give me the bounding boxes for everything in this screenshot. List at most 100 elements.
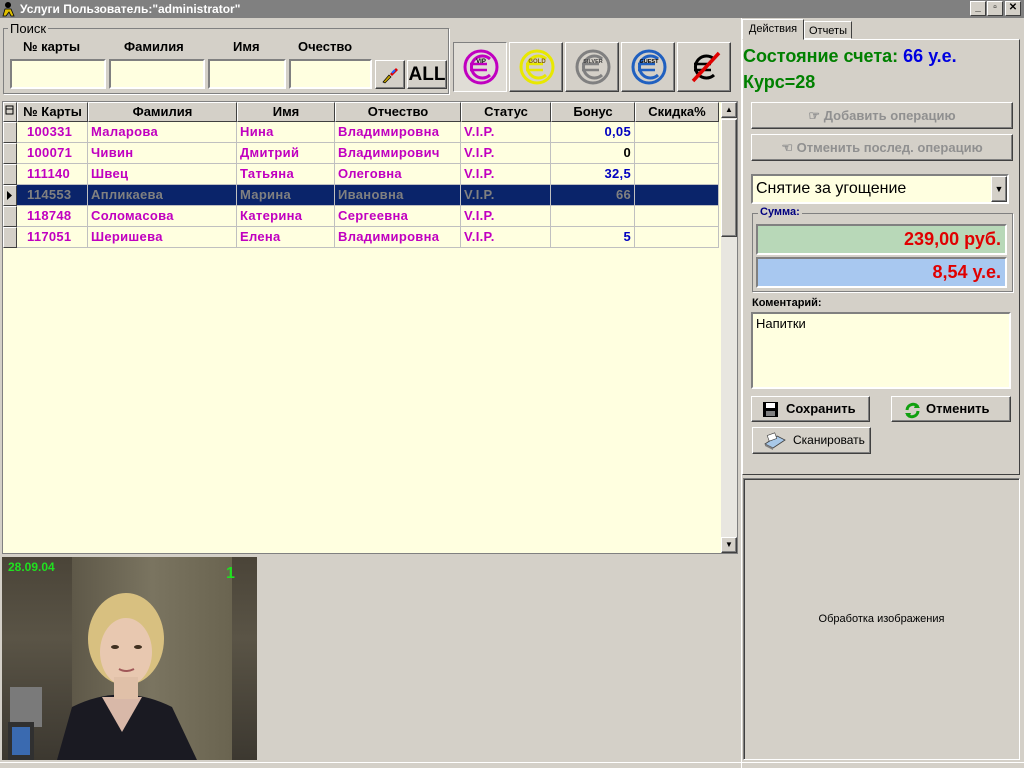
header-name[interactable]: Имя <box>237 102 335 122</box>
row-indicator[interactable] <box>3 164 17 185</box>
cell-bonus[interactable]: 32,5 <box>551 164 635 185</box>
row-indicator[interactable] <box>3 227 17 248</box>
status-gold-button[interactable]: GOLD <box>509 42 563 92</box>
cell-status[interactable]: V.I.P. <box>461 227 551 248</box>
save-button[interactable]: Сохранить <box>751 396 870 422</box>
cell-name[interactable]: Татьяна <box>237 164 335 185</box>
status-none-button[interactable] <box>677 42 731 92</box>
cell-patronymic[interactable]: Олеговна <box>335 164 461 185</box>
cell-status[interactable]: V.I.P. <box>461 122 551 143</box>
header-patronymic[interactable]: Отчество <box>335 102 461 122</box>
tab-reports[interactable]: Отчеты <box>804 21 852 39</box>
scan-button[interactable]: Сканировать <box>752 427 871 454</box>
cell-surname[interactable]: Шеришева <box>88 227 237 248</box>
cell-name[interactable]: Елена <box>237 227 335 248</box>
search-group-label: Поиск <box>8 21 49 36</box>
cell-discount[interactable] <box>635 122 719 143</box>
grid-corner[interactable] <box>3 102 17 122</box>
vip-euro-icon: VIP <box>463 49 499 85</box>
header-surname[interactable]: Фамилия <box>88 102 237 122</box>
cell-surname[interactable]: Апликаева <box>88 185 237 206</box>
cell-name[interactable]: Нина <box>237 122 335 143</box>
header-bonus[interactable]: Бонус <box>551 102 635 122</box>
minimize-button[interactable]: _ <box>970 1 986 16</box>
name-input[interactable] <box>208 59 286 89</box>
cancel-button[interactable]: Отменить <box>891 396 1011 422</box>
cell-card[interactable]: 111140 <box>17 164 88 185</box>
operation-select[interactable]: Снятие за угощение ▼ <box>751 174 1009 204</box>
operation-dropdown-button[interactable]: ▼ <box>991 176 1007 202</box>
status-silver-button[interactable]: SILVER <box>565 42 619 92</box>
maximize-button[interactable]: ▫ <box>987 1 1003 16</box>
table-row[interactable]: 100071 Чивин Дмитрий Владимирович V.I.P. 0 <box>3 143 719 164</box>
cell-bonus[interactable]: 66 <box>551 185 635 206</box>
sum-ue-field[interactable]: 8,54 у.е. <box>756 257 1007 288</box>
surname-label: Фамилия <box>124 39 184 54</box>
members-grid[interactable]: № Карты Фамилия Имя Отчество Статус Бону… <box>2 101 738 554</box>
cancel-last-operation-button[interactable]: ☜ Отменить послед. операцию <box>751 134 1013 161</box>
cell-discount[interactable] <box>635 164 719 185</box>
cell-patronymic[interactable]: Владимирович <box>335 143 461 164</box>
cell-discount[interactable] <box>635 185 719 206</box>
cell-patronymic[interactable]: Владимировна <box>335 227 461 248</box>
show-all-button[interactable]: ALL <box>407 60 447 89</box>
cell-discount[interactable] <box>635 206 719 227</box>
table-row[interactable]: 117051 Шеришева Елена Владимировна V.I.P. 5 <box>3 227 719 248</box>
cell-card[interactable]: 100331 <box>17 122 88 143</box>
status-guest-button[interactable]: GUEST <box>621 42 675 92</box>
cell-status[interactable]: V.I.P. <box>461 143 551 164</box>
cell-bonus[interactable]: 5 <box>551 227 635 248</box>
cell-patronymic[interactable]: Ивановна <box>335 185 461 206</box>
close-button[interactable]: ✕ <box>1005 1 1021 16</box>
cell-card[interactable]: 100071 <box>17 143 88 164</box>
comment-textarea[interactable]: Напитки <box>751 312 1011 389</box>
cell-discount[interactable] <box>635 143 719 164</box>
cell-status[interactable]: V.I.P. <box>461 185 551 206</box>
clear-search-button[interactable] <box>375 60 405 89</box>
tab-actions[interactable]: Действия <box>742 19 804 40</box>
cell-surname[interactable]: Швец <box>88 164 237 185</box>
cell-name[interactable]: Дмитрий <box>237 143 335 164</box>
scroll-down-button[interactable]: ▼ <box>721 537 737 553</box>
table-row[interactable]: 114553 Апликаева Марина Ивановна V.I.P. 66 <box>3 185 719 206</box>
cell-name[interactable]: Марина <box>237 185 335 206</box>
cell-bonus[interactable]: 0 <box>551 143 635 164</box>
cell-bonus[interactable] <box>551 206 635 227</box>
patronymic-input[interactable] <box>289 59 372 89</box>
cell-card[interactable]: 118748 <box>17 206 88 227</box>
cell-status[interactable]: V.I.P. <box>461 164 551 185</box>
sum-rub-field[interactable]: 239,00 руб. <box>756 224 1007 255</box>
camera-view: 28.09.04 1 <box>2 557 257 760</box>
table-row[interactable]: 111140 Швец Татьяна Олеговна V.I.P. 32,5 <box>3 164 719 185</box>
cell-surname[interactable]: Маларова <box>88 122 237 143</box>
header-card[interactable]: № Карты <box>17 102 88 122</box>
grid-scrollbar[interactable]: ▲ ▼ <box>721 102 737 553</box>
row-indicator[interactable] <box>3 122 17 143</box>
cell-discount[interactable] <box>635 227 719 248</box>
table-row[interactable]: 100331 Маларова Нина Владимировна V.I.P. 0,05 <box>3 122 719 143</box>
row-indicator[interactable] <box>3 206 17 227</box>
status-vip-button[interactable]: VIP <box>453 42 507 92</box>
cell-name[interactable]: Катерина <box>237 206 335 227</box>
cell-bonus[interactable]: 0,05 <box>551 122 635 143</box>
cell-surname[interactable]: Соломасова <box>88 206 237 227</box>
card-number-input[interactable] <box>10 59 106 89</box>
cell-card[interactable]: 117051 <box>17 227 88 248</box>
refresh-icon <box>905 402 920 419</box>
header-discount[interactable]: Скидка% <box>635 102 719 122</box>
add-operation-button[interactable]: ☞ Добавить операцию <box>751 102 1013 129</box>
image-processing-panel: Обработка изображения <box>743 478 1020 760</box>
row-indicator[interactable] <box>3 143 17 164</box>
cell-card[interactable]: 114553 <box>17 185 88 206</box>
cell-patronymic[interactable]: Владимировна <box>335 122 461 143</box>
surname-input[interactable] <box>109 59 205 89</box>
cell-status[interactable]: V.I.P. <box>461 206 551 227</box>
header-status[interactable]: Статус <box>461 102 551 122</box>
status-bar <box>0 762 1024 768</box>
row-indicator[interactable] <box>3 185 17 206</box>
cell-patronymic[interactable]: Сергеевна <box>335 206 461 227</box>
cell-surname[interactable]: Чивин <box>88 143 237 164</box>
scroll-up-button[interactable]: ▲ <box>721 102 737 118</box>
scroll-thumb[interactable] <box>721 119 737 237</box>
table-row[interactable]: 118748 Соломасова Катерина Сергеевна V.I.P. <box>3 206 719 227</box>
